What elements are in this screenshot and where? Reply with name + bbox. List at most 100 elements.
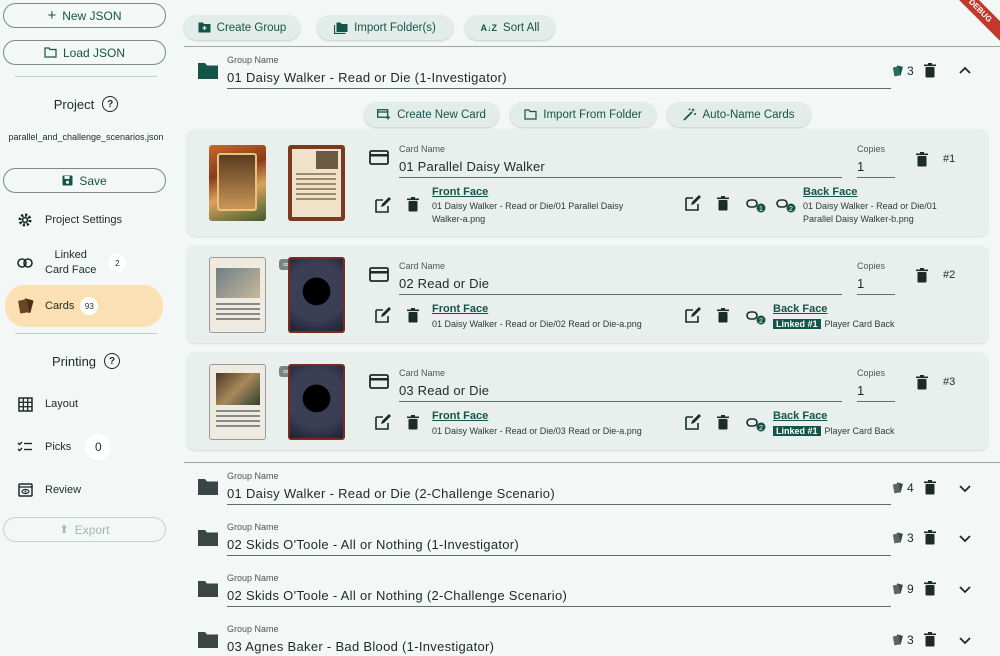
group-card-count: 3 <box>892 531 914 545</box>
front-face-path: 01 Daisy Walker - Read or Die/02 Read or… <box>432 319 642 329</box>
front-face-label[interactable]: Front Face <box>432 186 488 198</box>
group-name-label: Group Name <box>227 55 279 65</box>
edit-icon[interactable] <box>375 197 392 213</box>
card-index: #3 <box>943 376 956 388</box>
auto-name-cards-button[interactable]: Auto-Name Cards <box>667 102 811 127</box>
chevron-up-icon[interactable] <box>959 63 971 77</box>
export-button[interactable]: ⬆ Export <box>3 517 166 542</box>
delete-icon[interactable] <box>717 415 729 430</box>
card-name-input[interactable]: 01 Parallel Daisy Walker <box>399 159 545 174</box>
magic-wand-icon <box>683 108 697 121</box>
card-back-thumbnail[interactable] <box>288 257 345 333</box>
card-icon <box>369 267 389 282</box>
delete-icon[interactable] <box>924 530 936 545</box>
card-name-input[interactable]: 02 Read or Die <box>399 276 489 291</box>
save-icon <box>62 175 73 186</box>
edit-icon[interactable] <box>685 195 702 211</box>
copies-input[interactable]: 1 <box>857 383 864 398</box>
delete-icon[interactable] <box>916 375 928 390</box>
card-icon <box>369 150 389 165</box>
project-section-title: Project ? <box>0 96 172 112</box>
delete-icon[interactable] <box>916 152 928 167</box>
group-name-label: Group Name <box>227 624 279 634</box>
group-name-input[interactable]: 03 Agnes Baker - Bad Blood (1-Investigat… <box>227 639 494 654</box>
delete-icon[interactable] <box>924 581 936 596</box>
delete-icon[interactable] <box>924 480 936 495</box>
sidebar: + New JSON Load JSON Project ? parallel_… <box>0 0 172 656</box>
card-name-input[interactable]: 03 Read or Die <box>399 383 489 398</box>
front-face-label[interactable]: Front Face <box>432 303 488 315</box>
import-from-folder-button[interactable]: Import From Folder <box>510 102 656 127</box>
nav-cards[interactable]: Cards 93 <box>5 285 163 327</box>
delete-icon[interactable] <box>407 415 419 430</box>
edit-icon[interactable] <box>685 307 702 323</box>
back-face-label[interactable]: Back Face <box>803 186 857 198</box>
chevron-down-icon[interactable] <box>959 532 971 546</box>
chevron-down-icon[interactable] <box>959 583 971 597</box>
input-underline <box>857 294 895 295</box>
svg-text:2: 2 <box>759 425 763 432</box>
delete-icon[interactable] <box>717 308 729 323</box>
nav-linked-card-face[interactable]: Linked Card Face 2 <box>5 243 163 283</box>
delete-icon[interactable] <box>924 63 936 78</box>
nav-layout[interactable]: Layout <box>5 384 163 424</box>
linked-count-badge: 2 <box>108 254 127 272</box>
input-underline <box>399 294 842 295</box>
save-button[interactable]: Save <box>3 168 166 193</box>
group-name-input[interactable]: 01 Daisy Walker - Read or Die (2-Challen… <box>227 486 555 501</box>
delete-icon[interactable] <box>407 197 419 212</box>
copies-input[interactable]: 1 <box>857 159 864 174</box>
back-face-info: Linked #1 Player Card Back <box>773 425 895 438</box>
edit-icon[interactable] <box>375 307 392 323</box>
card-front-thumbnail[interactable] <box>209 257 266 333</box>
group-card-count: 4 <box>892 481 914 495</box>
delete-icon[interactable] <box>407 308 419 323</box>
help-icon[interactable]: ? <box>102 96 119 112</box>
back-face-info: Linked #1 Player Card Back <box>773 318 895 331</box>
nav-project-settings[interactable]: Project Settings <box>5 200 163 240</box>
load-json-button[interactable]: Load JSON <box>3 40 166 65</box>
new-json-button[interactable]: + New JSON <box>3 3 166 28</box>
chevron-down-icon[interactable] <box>959 634 971 648</box>
back-face-label[interactable]: Back Face <box>773 303 827 315</box>
back-face-label[interactable]: Back Face <box>773 410 827 422</box>
link-2-icon[interactable]: 2 <box>746 309 766 325</box>
sort-all-button[interactable]: A↓Z Sort All <box>465 15 555 40</box>
group-name-input[interactable]: 01 Daisy Walker - Read or Die (1-Investi… <box>227 70 507 85</box>
linked-tag: Linked #1 <box>773 319 821 329</box>
input-underline <box>227 88 891 89</box>
project-filename: parallel_and_challenge_scenarios.json <box>8 132 164 142</box>
edit-icon[interactable] <box>375 414 392 430</box>
link-2-icon[interactable]: 2 <box>746 416 766 432</box>
group-name-input[interactable]: 02 Skids O'Toole - All or Nothing (2-Cha… <box>227 588 567 603</box>
import-folders-button[interactable]: Import Folder(s) <box>317 15 453 40</box>
card-front-thumbnail[interactable] <box>209 145 266 221</box>
edit-icon[interactable] <box>685 414 702 430</box>
link-2-icon[interactable]: 2 <box>776 197 796 213</box>
card-index: #1 <box>943 153 956 165</box>
nav-picks[interactable]: Picks 0 <box>5 427 163 467</box>
group-name-label: Group Name <box>227 573 279 583</box>
link-1-icon[interactable]: 1 <box>746 197 766 213</box>
group-card-count: 9 <box>892 582 914 596</box>
card-name-label: Card Name <box>399 368 446 378</box>
group-name-input[interactable]: 02 Skids O'Toole - All or Nothing (1-Inv… <box>227 537 519 552</box>
folder-icon <box>198 632 218 648</box>
card-index: #2 <box>943 269 956 281</box>
copies-input[interactable]: 1 <box>857 276 864 291</box>
folder-icon <box>44 47 57 58</box>
create-group-button[interactable]: Create Group <box>184 15 300 40</box>
delete-icon[interactable] <box>916 268 928 283</box>
card-back-thumbnail[interactable] <box>288 145 345 221</box>
chevron-down-icon[interactable] <box>959 482 971 496</box>
front-face-label[interactable]: Front Face <box>432 410 488 422</box>
card-front-thumbnail[interactable] <box>209 364 266 440</box>
create-new-card-button[interactable]: Create New Card <box>364 102 499 127</box>
delete-icon[interactable] <box>924 632 936 647</box>
card-back-thumbnail[interactable] <box>288 364 345 440</box>
delete-icon[interactable] <box>717 196 729 211</box>
upload-icon: ⬆ <box>59 524 69 536</box>
card-name-label: Card Name <box>399 261 446 271</box>
help-icon[interactable]: ? <box>104 353 121 369</box>
nav-review[interactable]: Review <box>5 470 163 510</box>
